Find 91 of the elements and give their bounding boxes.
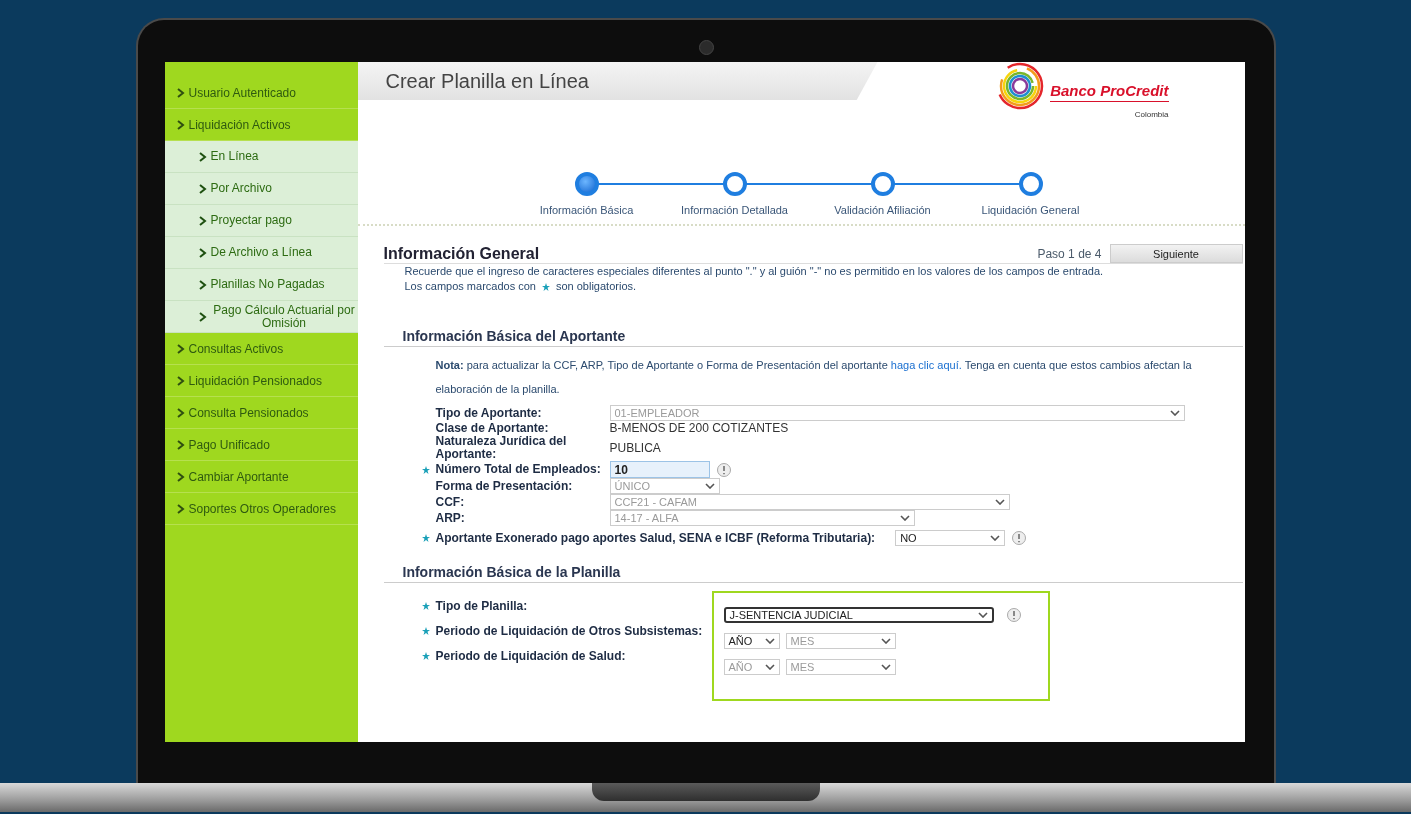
logo-name: Banco ProCredit	[1050, 82, 1169, 102]
chevron-icon	[198, 247, 207, 258]
sidebar-subitem-label: Por Archivo	[210, 182, 272, 195]
sidebar-item[interactable]: Cambiar Aportante	[164, 461, 358, 493]
update-link[interactable]: haga clic aquí.	[890, 359, 962, 371]
field-label: ARP:	[435, 511, 466, 525]
chevron-icon	[176, 471, 185, 482]
caret-icon	[880, 664, 891, 670]
step-label: Validación Afiliación	[834, 204, 931, 216]
sidebar-item[interactable]: Usuario Autenticado	[164, 77, 358, 109]
required-note-prefix: Los campos marcados con	[404, 279, 536, 294]
caret-icon	[764, 638, 775, 644]
section-heading: Información Básica de la Planilla	[383, 564, 1243, 583]
sidebar-subitem[interactable]: De Archivo a Línea	[164, 237, 358, 269]
input-field[interactable]: 10	[609, 461, 710, 478]
camera-dot	[698, 40, 714, 55]
required-star-icon	[421, 534, 430, 542]
step-label: Información Detallada	[681, 204, 788, 216]
sidebar-subitem-label: En Línea	[210, 150, 259, 163]
select-field[interactable]: J-SENTENCIA JUDICIAL	[723, 607, 994, 623]
sidebar-item[interactable]: Consulta Pensionados	[164, 397, 358, 429]
notice-text: Recuerde que el ingreso de caracteres especiales diferentes al punto "." y al guión "-" no es permitido en los valores de los campos de entrada.	[404, 265, 1104, 277]
step-label: Información Básica	[539, 204, 634, 216]
required-star-icon	[421, 627, 430, 635]
required-star-icon	[421, 465, 430, 474]
caret-icon	[764, 664, 775, 670]
chevron-icon	[198, 279, 207, 290]
chevron-icon	[198, 311, 207, 322]
field-label: Número Total de Empleados:	[435, 463, 602, 476]
logo-country: Colombia	[1134, 110, 1169, 119]
select-field[interactable]: AÑO	[723, 633, 780, 649]
note-text: Nota: para actualizar la CCF, ARP, Tipo de Aportante o Forma de Presentación del aportante haga clic aquí. Tenga en cuenta que estos cambios afectan la elaboración de la planilla.	[435, 358, 1193, 397]
chevron-icon	[176, 343, 185, 354]
step-circle[interactable]	[870, 172, 895, 196]
field-value: PUBLICA	[609, 441, 661, 455]
caret-icon	[990, 535, 1001, 541]
chevron-icon	[198, 151, 207, 162]
field-label: Clase de Aportante:	[435, 421, 550, 435]
sidebar-subitem[interactable]: Planillas No Pagadas	[164, 269, 358, 301]
help-icon[interactable]	[1011, 530, 1028, 546]
field-value: B-MENOS DE 200 COTIZANTES	[609, 421, 789, 435]
required-star-icon	[421, 602, 430, 610]
sidebar-subitem-label: Pago Cálculo Actuarial por Omisión	[212, 303, 356, 330]
step-circle[interactable]	[722, 172, 747, 196]
section-title: Información General	[383, 244, 541, 263]
next-button[interactable]: Siguiente	[1109, 244, 1243, 263]
field-label: CCF:	[435, 495, 466, 509]
chevron-icon	[176, 119, 185, 130]
sidebar-subitem[interactable]: Proyectar pago	[164, 205, 358, 237]
sidebar-item[interactable]: Consultas Activos	[164, 333, 358, 365]
chevron-icon	[176, 439, 185, 450]
chevron-icon	[198, 183, 207, 194]
chevron-icon	[198, 215, 207, 226]
step-label: Liquidación General	[981, 204, 1080, 216]
field-label: Naturaleza Jurídica del Aportante:	[435, 435, 568, 461]
chevron-icon	[176, 87, 185, 98]
sidebar-subitem-label: Planillas No Pagadas	[210, 278, 325, 291]
field-label: Tipo de Planilla:	[435, 599, 528, 613]
sidebar-item[interactable]: Liquidación Pensionados	[164, 365, 358, 397]
caret-icon	[994, 499, 1005, 505]
sidebar-item[interactable]: Soportes Otros Operadores	[164, 493, 358, 525]
sidebar-item[interactable]: Pago Unificado	[164, 429, 358, 461]
chevron-icon	[176, 375, 185, 386]
required-star-icon	[421, 652, 430, 660]
step-circle[interactable]	[574, 172, 599, 196]
caret-icon	[704, 483, 715, 489]
caret-icon	[977, 612, 988, 618]
caret-icon	[899, 515, 910, 521]
sidebar-subitem[interactable]: Pago Cálculo Actuarial por Omisión	[164, 301, 358, 333]
section-heading: Información Básica del Aportante	[383, 328, 1243, 347]
required-star-icon	[541, 282, 550, 291]
sidebar-subitem-label: Proyectar pago	[210, 214, 292, 227]
field-label: Aportante Exonerado pago aportes Salud, SENA e ICBF (Reforma Tributaria):	[435, 531, 876, 545]
sidebar-subitem-label: De Archivo a Línea	[210, 246, 312, 259]
field-label: Tipo de Aportante:	[435, 406, 543, 420]
caret-icon	[880, 638, 891, 644]
help-icon[interactable]	[1005, 607, 1022, 623]
required-note-suffix: son obligatorios.	[555, 279, 637, 294]
chevron-icon	[176, 407, 185, 418]
sidebar-subitem[interactable]: Por Archivo	[164, 173, 358, 205]
field-label: Periodo de Liquidación de Salud:	[435, 649, 626, 663]
chevron-icon	[176, 503, 185, 514]
page-title: Crear Planilla en Línea	[357, 62, 878, 100]
select-field[interactable]: NO	[895, 530, 1006, 546]
field-label: Forma de Presentación:	[435, 479, 574, 493]
step-indicator: Paso 1 de 4	[1037, 246, 1102, 261]
field-label: Periodo de Liquidación de Otros Subsistemas:	[435, 624, 703, 638]
help-icon[interactable]	[715, 461, 732, 478]
sidebar-subitem[interactable]: En Línea	[164, 141, 358, 173]
caret-icon	[1169, 410, 1180, 416]
step-circle[interactable]	[1018, 172, 1043, 196]
